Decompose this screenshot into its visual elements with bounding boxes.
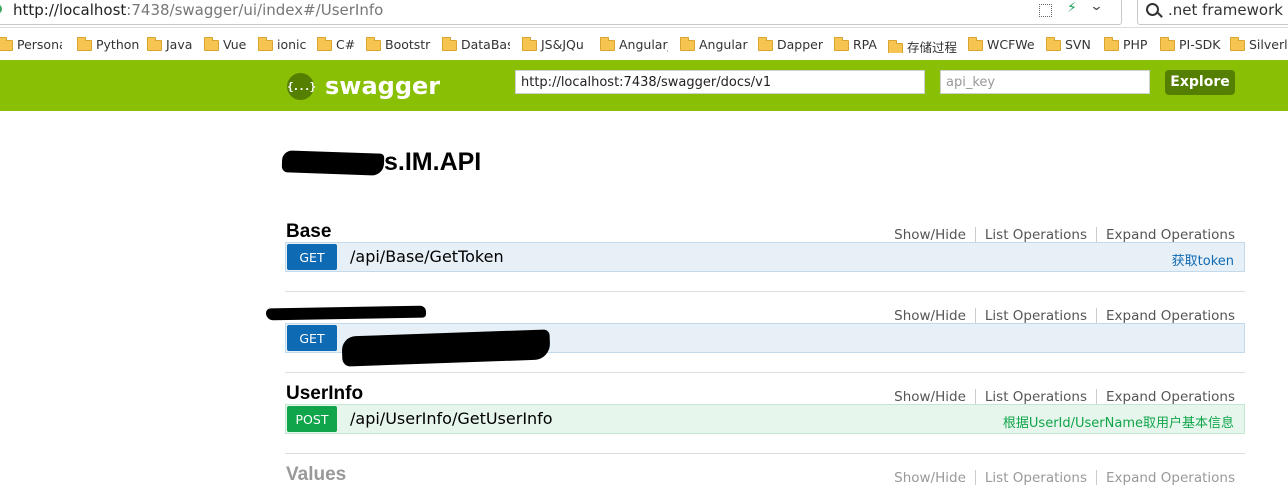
search-icon bbox=[1146, 3, 1159, 16]
api-key-input[interactable] bbox=[940, 70, 1150, 94]
http-method-badge[interactable]: GET bbox=[287, 244, 337, 270]
link-divider bbox=[1096, 470, 1097, 485]
site-info-icon[interactable] bbox=[0, 4, 2, 14]
docs-url-input[interactable] bbox=[515, 70, 925, 94]
operation-row[interactable]: GET /api/Base/GetToken 获取token bbox=[285, 242, 1245, 272]
folder-icon bbox=[258, 37, 273, 51]
bolt-icon[interactable]: ⚡ bbox=[1067, 0, 1077, 16]
operation-summary[interactable]: 根据UserId/UserName取用户基本信息 bbox=[1003, 412, 1234, 431]
swagger-logo-text[interactable]: swagger bbox=[325, 72, 440, 100]
chevron-down-icon[interactable]: ⌄ bbox=[1089, 0, 1103, 14]
browser-search-box[interactable]: .net framework 4.5 bbox=[1137, 0, 1288, 25]
folder-icon bbox=[1230, 37, 1245, 51]
bookmarks-bar: Persona Python Java Vue ionic C# Bootstr… bbox=[0, 28, 1288, 60]
explore-button[interactable]: Explore bbox=[1165, 70, 1235, 95]
folder-icon bbox=[522, 37, 537, 51]
bookmark-item[interactable]: Bootstr bbox=[366, 37, 432, 53]
bookmark-item[interactable]: Dapper bbox=[758, 37, 823, 53]
show-hide-link[interactable]: Show/Hide bbox=[894, 227, 966, 243]
resource-name[interactable]: Base bbox=[286, 221, 331, 243]
section-divider bbox=[285, 372, 1245, 373]
bookmark-item[interactable]: SVN bbox=[1046, 37, 1091, 53]
resource-links: Show/Hide List Operations Expand Operation… bbox=[894, 389, 1235, 405]
bookmark-item[interactable]: WCFWe bbox=[968, 37, 1036, 53]
list-operations-link[interactable]: List Operations bbox=[985, 389, 1087, 405]
bookmark-item[interactable]: Angular bbox=[680, 37, 748, 53]
folder-icon bbox=[1046, 37, 1061, 51]
swagger-logo-icon[interactable]: {...} bbox=[287, 73, 316, 100]
operation-path[interactable]: /api/Base/GetToken bbox=[350, 247, 504, 266]
folder-icon bbox=[1160, 37, 1175, 51]
swagger-header: {...} swagger Explore bbox=[0, 60, 1288, 111]
section-divider bbox=[285, 291, 1245, 292]
folder-icon bbox=[680, 37, 695, 51]
redaction-mark bbox=[265, 305, 427, 321]
resource-name[interactable]: UserInfo bbox=[286, 383, 363, 405]
folder-icon bbox=[0, 37, 13, 51]
link-divider bbox=[974, 470, 976, 485]
bookmark-item[interactable]: DataBas bbox=[442, 37, 510, 53]
bookmark-item[interactable]: Python bbox=[77, 37, 139, 53]
link-divider bbox=[974, 389, 976, 404]
show-hide-link[interactable]: Show/Hide bbox=[894, 470, 966, 486]
bookmark-item[interactable]: RPA bbox=[834, 37, 877, 53]
browser-toolbar: http://localhost:7438/swagger/ui/index#/… bbox=[0, 0, 1288, 28]
bookmark-item[interactable]: C# bbox=[317, 37, 355, 53]
http-method-badge[interactable]: GET bbox=[287, 325, 337, 351]
folder-icon bbox=[888, 40, 903, 53]
show-hide-link[interactable]: Show/Hide bbox=[894, 389, 966, 405]
expand-operations-link[interactable]: Expand Operations bbox=[1106, 389, 1235, 405]
api-title: s.IM.API bbox=[384, 148, 482, 176]
link-divider bbox=[1096, 308, 1097, 323]
bookmark-item[interactable]: Vue bbox=[204, 37, 246, 53]
folder-icon bbox=[600, 37, 615, 51]
address-bar[interactable]: http://localhost:7438/swagger/ui/index#/… bbox=[0, 0, 1122, 25]
link-divider bbox=[1096, 227, 1097, 242]
folder-icon bbox=[317, 37, 332, 51]
expand-operations-link[interactable]: Expand Operations bbox=[1106, 227, 1235, 243]
bookmark-item[interactable]: PHP bbox=[1104, 37, 1147, 53]
expand-operations-link[interactable]: Expand Operations bbox=[1106, 308, 1235, 324]
folder-icon bbox=[77, 37, 92, 51]
bookmark-item[interactable]: Java bbox=[147, 37, 192, 53]
resource-links: Show/Hide List Operations Expand Operation… bbox=[894, 227, 1235, 243]
folder-icon bbox=[366, 37, 381, 51]
http-method-badge[interactable]: POST bbox=[287, 406, 337, 432]
list-operations-link[interactable]: List Operations bbox=[985, 227, 1087, 243]
show-hide-link[interactable]: Show/Hide bbox=[894, 308, 966, 324]
redaction-mark bbox=[281, 150, 385, 176]
resource-name[interactable]: Values bbox=[286, 464, 346, 486]
bookmark-item[interactable]: Angularj bbox=[600, 37, 668, 53]
list-operations-link[interactable]: List Operations bbox=[985, 470, 1087, 486]
folder-icon bbox=[758, 37, 773, 51]
link-divider bbox=[1096, 389, 1097, 404]
operation-row[interactable]: POST /api/UserInfo/GetUserInfo 根据UserId/… bbox=[285, 404, 1245, 434]
qr-code-icon[interactable] bbox=[1039, 4, 1052, 17]
bookmark-item[interactable]: 存储过程 bbox=[888, 37, 957, 53]
bookmark-item[interactable]: JS&JQu bbox=[522, 37, 585, 53]
section-divider bbox=[285, 453, 1245, 454]
list-operations-link[interactable]: List Operations bbox=[985, 308, 1087, 324]
folder-icon bbox=[834, 37, 849, 51]
address-text[interactable]: http://localhost:7438/swagger/ui/index#/… bbox=[13, 1, 383, 19]
resource-links: Show/Hide List Operations Expand Operation… bbox=[894, 470, 1235, 486]
folder-icon bbox=[204, 37, 219, 51]
folder-icon bbox=[442, 37, 457, 51]
bookmark-item[interactable]: ionic bbox=[258, 37, 306, 53]
resource-links: Show/Hide List Operations Expand Operation… bbox=[894, 308, 1235, 324]
link-divider bbox=[974, 227, 976, 242]
folder-icon bbox=[1104, 37, 1119, 51]
bookmark-item[interactable]: Silverli bbox=[1230, 37, 1288, 53]
operation-path[interactable]: /api/UserInfo/GetUserInfo bbox=[350, 409, 553, 428]
folder-icon bbox=[968, 37, 983, 51]
bookmark-item[interactable]: Persona bbox=[0, 37, 62, 53]
operation-summary[interactable]: 获取token bbox=[1172, 250, 1234, 269]
bookmark-item[interactable]: PI-SDK bbox=[1160, 37, 1221, 53]
expand-operations-link[interactable]: Expand Operations bbox=[1106, 470, 1235, 486]
search-text[interactable]: .net framework 4.5 bbox=[1168, 1, 1288, 19]
folder-icon bbox=[147, 37, 162, 51]
redaction-mark bbox=[341, 329, 551, 367]
link-divider bbox=[974, 308, 976, 323]
